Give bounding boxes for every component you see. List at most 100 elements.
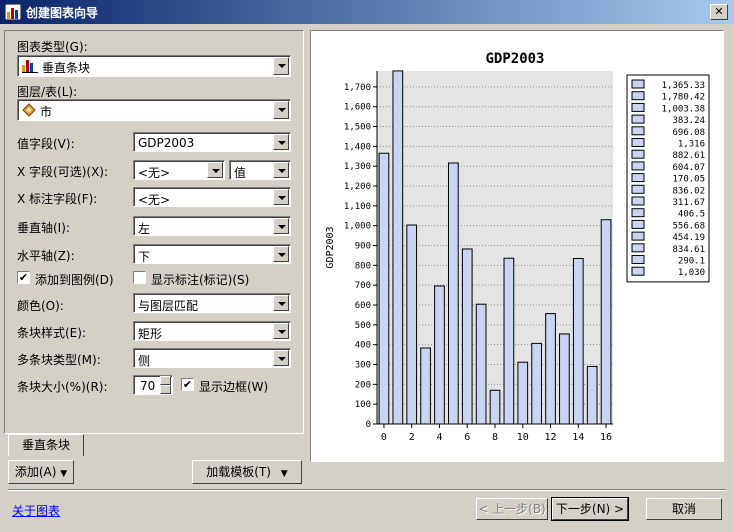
legend-swatch [631,173,645,183]
x-tick-label: 0 [381,432,387,443]
legend-label: 1,030 [678,268,705,278]
legend-swatch [631,266,645,276]
y-tick-label: 1,400 [344,142,371,152]
vertical-axis-label: 垂直轴(I): [17,221,70,235]
chevron-down-icon[interactable] [273,162,289,178]
cancel-button[interactable]: 取消 [646,498,722,520]
bar [489,389,501,425]
value-field-label: 值字段(V): [17,137,75,151]
bar-style-select[interactable]: 矩形 [133,321,291,341]
x-tick-label: 6 [464,432,470,443]
bar [447,162,459,425]
chevron-down-icon[interactable] [273,101,289,119]
multi-bar-type-value: 侧 [138,354,151,368]
bar-size-spinner[interactable]: 70 [133,375,173,395]
bar [392,70,404,425]
y-tick-label: 900 [355,242,371,252]
chart-type-select[interactable]: 垂直条块 [17,55,291,77]
legend-swatch [631,255,645,264]
load-template-button[interactable]: 加载模板(T) ▼ [192,460,302,484]
multi-bar-type-select[interactable]: 侧 [133,348,291,368]
chart-wizard-icon [5,4,21,20]
legend-swatch [631,149,645,159]
triangle-down-icon: ▼ [60,469,68,479]
legend-label: 882.61 [672,151,705,161]
horizontal-axis-value: 下 [138,250,151,264]
chevron-down-icon[interactable] [273,57,289,75]
layer-select[interactable]: 市 [17,99,291,121]
chevron-down-icon[interactable] [273,246,289,262]
bar-size-value: 70 [140,379,156,393]
show-labels-checkbox[interactable] [133,271,146,284]
spin-down-icon[interactable] [160,385,171,394]
x-tick-label: 8 [492,432,498,443]
legend-label: 454.19 [672,233,705,243]
y-tick-label: 0 [366,420,371,430]
vertical-axis-value: 左 [138,222,151,236]
add-button[interactable]: 添加(A) ▼ [8,460,74,484]
chevron-down-icon[interactable] [273,134,289,150]
legend-label: 604.07 [672,163,705,173]
window-title: 创建图表向导 [26,6,99,20]
x-field-type-value: 值 [234,166,247,180]
x-label-field-select[interactable]: <无> [133,187,291,207]
y-tick-label: 1,500 [344,123,371,133]
legend-label: 290.1 [678,257,705,267]
bar [600,219,612,425]
chevron-down-icon[interactable] [273,295,289,311]
x-tick-label: 12 [545,432,557,443]
y-tick-label: 1,300 [344,162,371,172]
legend-label: 383.24 [672,116,705,126]
x-label-field-value: <无> [138,193,171,207]
x-field-type-select[interactable]: 值 [229,160,291,180]
close-button[interactable]: ✕ [710,4,728,20]
legend-label: 170.05 [672,175,705,185]
load-template-label: 加载模板(T) [206,465,271,479]
show-border-checkbox[interactable]: ✔ [181,378,194,391]
chevron-down-icon[interactable] [273,350,289,366]
legend-label: 1,316 [678,140,705,150]
chart-title: GDP2003 [485,51,544,67]
horizontal-axis-select[interactable]: 下 [133,244,291,264]
bar [475,303,487,425]
value-field-value: GDP2003 [138,136,195,150]
y-tick-label: 1,700 [344,83,371,93]
bar-style-label: 条块样式(E): [17,326,86,340]
chevron-down-icon[interactable] [207,162,223,178]
legend-label: 311.67 [672,198,705,208]
y-tick-label: 300 [355,361,371,371]
legend-swatch [631,91,645,101]
legend-swatch [631,126,645,136]
legend-label: 556.68 [672,221,705,231]
value-field-select[interactable]: GDP2003 [133,132,291,152]
y-tick-label: 1,200 [344,182,371,192]
x-field-select[interactable]: <无> [133,160,225,180]
add-to-legend-checkbox[interactable]: ✔ [17,271,30,284]
legend-swatch [631,208,645,218]
about-chart-link[interactable]: 关于图表 [12,502,60,519]
y-tick-label: 1,000 [344,222,371,232]
legend-label: 1,780.42 [662,93,705,103]
y-tick-label: 100 [355,400,371,410]
y-tick-label: 400 [355,341,371,351]
y-tick-label: 200 [355,380,371,390]
chevron-down-icon[interactable] [273,189,289,205]
color-select[interactable]: 与图层匹配 [133,293,291,313]
legend-label: 836.02 [672,186,705,196]
tab-vertical-bar[interactable]: 垂直条块 [8,434,84,456]
vertical-axis-select[interactable]: 左 [133,216,291,236]
chevron-down-icon[interactable] [273,323,289,339]
x-field-label: X 字段(可选)(X): [17,165,109,179]
y-tick-label: 800 [355,261,371,271]
triangle-down-icon: ▼ [280,469,288,479]
legend-swatch [631,219,645,229]
legend-swatch [631,79,645,89]
x-tick-label: 16 [600,432,612,443]
bar-chart-icon [22,60,38,73]
bar [461,248,473,425]
back-button[interactable]: < 上一步(B) [476,498,548,520]
title-bar: 创建图表向导 ✕ [0,0,734,24]
spin-up-icon[interactable] [160,376,171,385]
chevron-down-icon[interactable] [273,218,289,234]
next-button[interactable]: 下一步(N) > [551,497,629,521]
